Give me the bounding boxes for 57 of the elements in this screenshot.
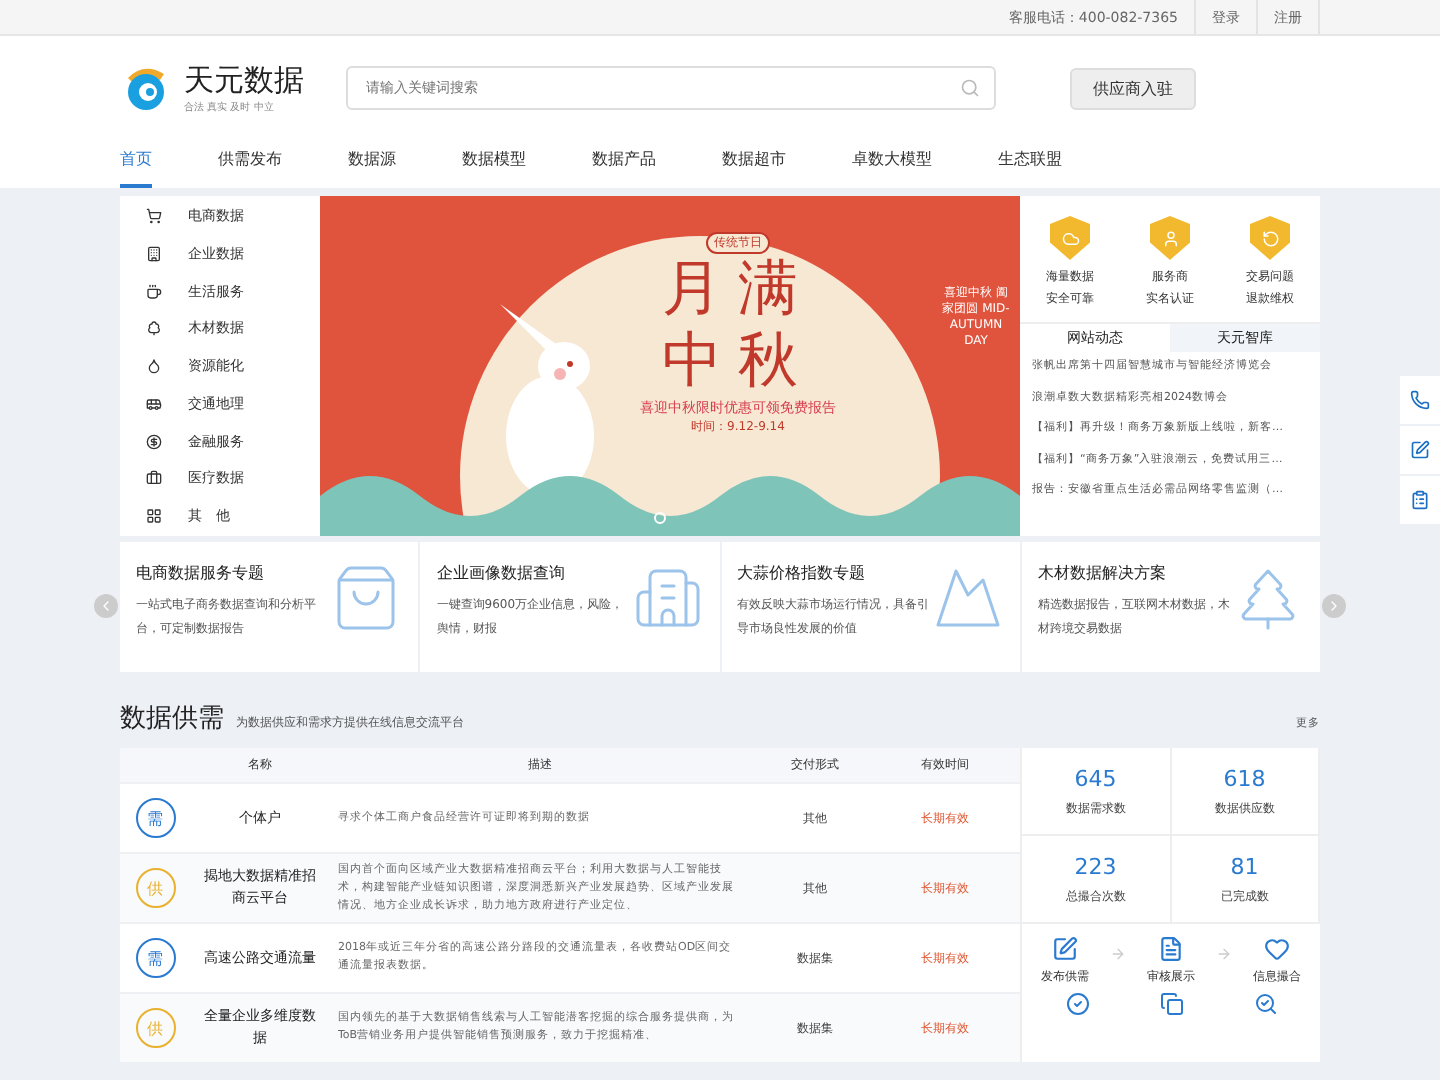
edit-icon [1410,440,1430,460]
type-badge: 需 [135,798,175,838]
chevron-right-icon [1326,598,1342,614]
copy-icon [1159,992,1183,1016]
stat-value: 618 [1223,765,1266,791]
category-icon [146,508,162,524]
logo-name: 天元数据 [184,62,304,100]
category-icon [146,208,162,224]
section-title: 数据供需 [120,702,224,736]
edit-button[interactable] [1400,426,1440,474]
type-badge: 供 [135,1008,175,1048]
category-icon [146,470,162,487]
shield-icon [1050,216,1090,260]
step-icon [1157,936,1184,962]
category-icon [146,358,162,374]
nav-tab[interactable]: 数据超市 [722,132,786,188]
nav-tab[interactable]: 首页 [120,132,152,188]
phone-icon [1410,390,1430,410]
nav-tab[interactable]: 数据模型 [462,132,526,188]
check-icon [1065,992,1089,1016]
nav-tab[interactable]: 供需发布 [218,132,282,188]
banner-title: 中秋 [662,326,814,398]
search-icon [1253,992,1277,1016]
feature-title: 电商数据服务专题 [136,562,266,584]
shield-icon [1150,216,1190,260]
stat-value: 81 [1230,853,1259,879]
stat-value: 223 [1074,853,1117,879]
arrow-icon [1216,946,1233,962]
type-badge: 需 [135,938,175,978]
next-button[interactable] [1322,594,1346,618]
shield-icon [1250,216,1290,260]
carousel-dot[interactable] [654,512,666,524]
category-icon [146,320,162,337]
nav-tab[interactable]: 卓数大模型 [852,132,932,188]
nav-tab[interactable]: 数据源 [348,132,396,188]
feature-title: 木材数据解决方案 [1037,562,1168,584]
arrow-icon [1109,946,1126,962]
nav-tab[interactable]: 数据产品 [592,132,656,188]
category-icon [146,433,162,449]
clipboard-button[interactable] [1400,476,1440,524]
step-icon [1264,936,1291,962]
type-badge: 供 [135,868,175,908]
stat-value: 645 [1074,765,1117,791]
search-icon[interactable] [960,78,980,98]
chevron-left-icon [98,598,114,614]
feature-title: 企业画像数据查询 [436,562,567,584]
banner-title: 月满 [662,254,814,326]
previous-button[interactable] [94,594,118,618]
step-icon [1051,936,1078,962]
supplier-join-button[interactable]: 供应商入驻 [1070,67,1196,109]
category-icon [146,395,162,412]
phone-button[interactable] [1400,376,1440,424]
feature-title: 大蒜价格指数专题 [737,562,867,584]
clipboard-icon [1410,490,1430,510]
category-icon [146,283,162,299]
nav-tab[interactable]: 生态联盟 [998,132,1062,188]
category-icon [146,245,162,262]
